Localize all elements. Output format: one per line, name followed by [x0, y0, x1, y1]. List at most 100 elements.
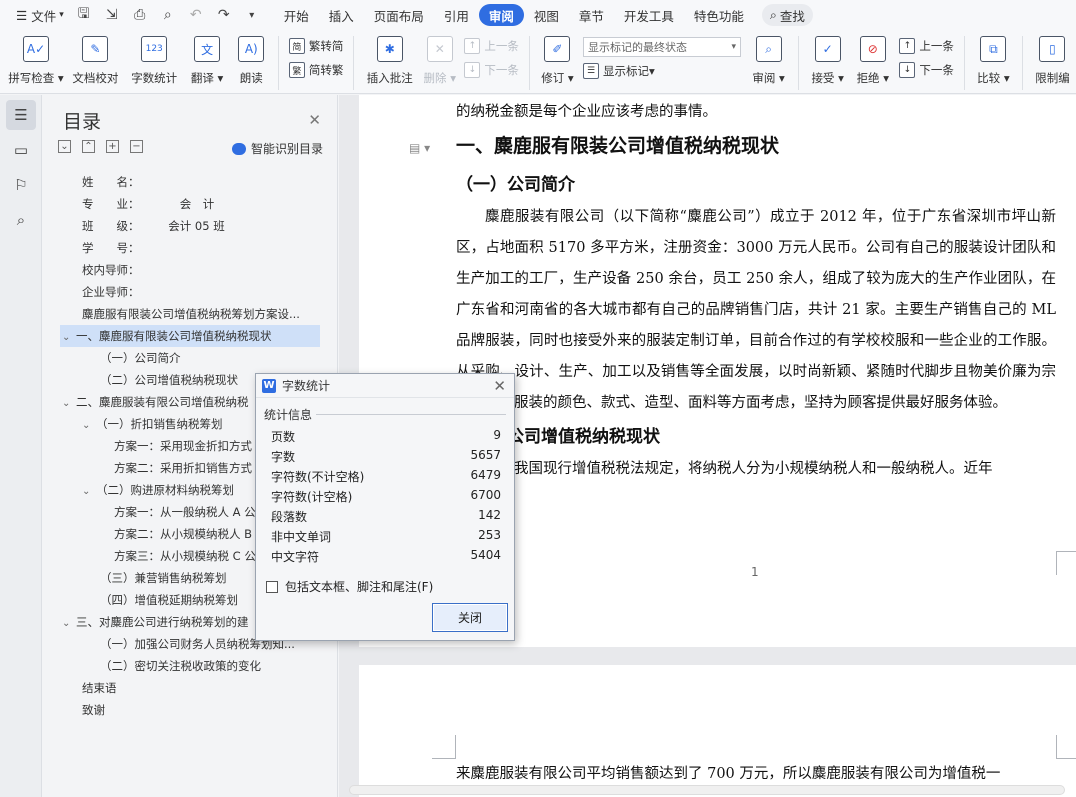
stat-row: 字符数(计空格) 6700 — [271, 488, 501, 508]
export-pdf-icon[interactable]: ⇲ — [98, 4, 126, 26]
stat-value: 9 — [493, 428, 501, 442]
horizontal-scrollbar[interactable] — [349, 785, 1065, 795]
show-markup-icon: ☰ — [583, 63, 600, 79]
toc-item[interactable]: 班 级： 会计 05 班 — [60, 215, 320, 237]
tab-page-layout[interactable]: 页面布局 — [364, 4, 434, 26]
redo-icon[interactable]: ↷ — [210, 4, 238, 26]
expand-all-icon[interactable]: ⌃ — [82, 140, 95, 153]
ribbon-divider — [528, 36, 530, 90]
restrict-edit-button[interactable]: ▯ 限制编 — [1033, 34, 1072, 86]
review-pane-button[interactable]: ⌕ 审阅 ▾ — [749, 34, 788, 86]
toc-item-label: （二）密切关注税收政策的变化 — [100, 659, 261, 673]
word-count-icon: 123 — [141, 36, 168, 62]
heading-2: （一）公司简介 — [456, 175, 575, 195]
add-heading-icon[interactable]: + — [106, 140, 119, 153]
stat-value: 6700 — [470, 488, 501, 502]
show-markup-button[interactable]: ☰ 显示标记 ▾ — [583, 59, 741, 83]
print-icon[interactable]: ⎙ — [126, 4, 154, 26]
chevron-down-icon[interactable]: ⌄ — [82, 481, 96, 501]
prev-change-icon: ↑ — [899, 38, 916, 54]
tab-view[interactable]: 视图 — [524, 4, 569, 26]
review-pane-icon: ⌕ — [755, 36, 782, 62]
stats-group-label: 统计信息 — [264, 408, 313, 422]
revise-button[interactable]: ✐ 修订 ▾ — [540, 34, 575, 86]
read-aloud-button[interactable]: A) 朗读 — [235, 34, 268, 86]
close-button[interactable]: 关闭 — [432, 603, 508, 632]
bookmark-icon[interactable]: ⚐ — [6, 170, 36, 200]
stat-label: 中文字符 — [271, 550, 320, 564]
toc-item[interactable]: 致谢 — [60, 699, 320, 721]
reject-button[interactable]: ⊘ 拒绝 ▾ — [854, 34, 891, 86]
spell-check-button[interactable]: A✓ 拼写检查 ▾ — [8, 34, 64, 86]
translate-button[interactable]: 文翻译 ▾ — [188, 34, 227, 86]
tab-features[interactable]: 特色功能 — [684, 4, 754, 26]
next-change-button[interactable]: ↓ 下一条 — [899, 58, 954, 82]
page-number: 1 — [751, 565, 759, 579]
next-comment-button[interactable]: ↓ 下一条 — [464, 58, 519, 82]
chapter-nav-icon[interactable]: ▭ — [6, 135, 36, 165]
print-preview-icon[interactable]: ⌕ — [154, 4, 182, 26]
search-icon[interactable]: ⌕ — [6, 205, 36, 235]
tab-developer[interactable]: 开发工具 — [614, 4, 684, 26]
toc-item[interactable]: 学 号： — [60, 237, 320, 259]
delete-comment-button[interactable]: ✕ 删除 ▾ — [423, 34, 456, 86]
toc-item[interactable]: 专 业： 会 计 — [60, 193, 320, 215]
doc-proof-button[interactable]: ✎ 文档校对 — [70, 34, 121, 86]
toc-item[interactable]: 姓 名： — [60, 171, 320, 193]
stat-row: 字符数(不计空格) 6479 — [271, 468, 501, 488]
tab-start[interactable]: 开始 — [274, 4, 319, 26]
toc-title: 目录 — [63, 111, 102, 133]
toc-item-label: （一）折扣销售纳税筹划 — [96, 417, 223, 431]
markup-state-select[interactable]: 显示标记的最终状态 ▾ — [583, 37, 742, 57]
toc-item[interactable]: 校内导师： — [60, 259, 320, 281]
accept-button[interactable]: ✓ 接受 ▾ — [809, 34, 846, 86]
ribbon-divider — [798, 36, 800, 90]
word-count-button[interactable]: 123 字数统计 — [129, 34, 180, 86]
toc-item[interactable]: 麋鹿服有限装公司增值税纳税筹划方案设... — [60, 303, 320, 325]
tab-insert[interactable]: 插入 — [319, 4, 364, 26]
toc-item-label: 班 级： 会计 05 班 — [82, 219, 225, 233]
stat-row: 非中文单词 253 — [271, 528, 501, 548]
prev-change-button[interactable]: ↑ 上一条 — [899, 34, 954, 58]
save-icon[interactable]: 🖫 — [70, 4, 98, 26]
close-icon[interactable]: ✕ — [308, 111, 321, 129]
chevron-down-icon[interactable]: ⌄ — [82, 415, 96, 435]
simp-to-trad-button[interactable]: 繁简转繁 — [288, 58, 343, 82]
undo-icon[interactable]: ↶ — [182, 4, 210, 26]
toc-panel-icon[interactable]: ☰ — [6, 100, 36, 130]
toc-item[interactable]: （一）公司简介 — [60, 347, 320, 369]
search-button[interactable]: ⌕ 查找 — [761, 4, 813, 26]
quick-access-dropdown-icon[interactable]: ▾ — [238, 4, 266, 26]
smart-toc-icon — [231, 142, 246, 155]
chevron-down-icon[interactable]: ⌄ — [62, 613, 76, 633]
toc-item-label: 专 业： 会 计 — [82, 197, 215, 211]
insert-comment-button[interactable]: ✱ 插入批注 — [364, 34, 415, 86]
paragraph-menu-icon[interactable]: ▤ ▾ — [409, 141, 430, 155]
toc-item[interactable]: 企业导师： — [60, 281, 320, 303]
chevron-down-icon[interactable]: ⌄ — [62, 393, 76, 413]
compare-button[interactable]: ⧉ 比较 ▾ — [975, 34, 1012, 86]
chevron-down-icon: ▾ — [59, 10, 64, 20]
tab-review[interactable]: 审阅 — [478, 4, 524, 26]
prev-comment-button[interactable]: ↑ 上一条 — [464, 34, 519, 58]
toc-item[interactable]: ⌄ 一、麋鹿服有限装公司增值税纳税现状 — [60, 325, 320, 347]
close-icon[interactable]: ✕ — [493, 377, 506, 395]
hamburger-icon: ☰ — [16, 7, 28, 23]
toc-item-label: 校内导师： — [82, 263, 140, 277]
tab-chapter[interactable]: 章节 — [569, 4, 614, 26]
wps-logo-icon: W — [262, 378, 276, 393]
toc-item-label: 方案三：从小规模纳税 C 公 — [114, 549, 256, 563]
smart-toc-button[interactable]: 智能识别目录 — [231, 140, 323, 157]
stat-label: 段落数 — [271, 510, 308, 524]
include-textbox-checkbox[interactable]: 包括文本框、脚注和尾注(F) — [266, 578, 433, 595]
accept-icon: ✓ — [814, 36, 841, 62]
tab-references[interactable]: 引用 — [434, 4, 479, 26]
trad-to-simp-button[interactable]: 简繁转简 — [288, 34, 343, 58]
file-menu[interactable]: ☰ 文件 ▾ — [10, 4, 70, 26]
toc-item[interactable]: （二）密切关注税收政策的变化 — [60, 655, 320, 677]
collapse-all-icon[interactable]: ⌄ — [58, 140, 71, 153]
toc-item[interactable]: 结束语 — [60, 677, 320, 699]
remove-heading-icon[interactable]: − — [130, 140, 143, 153]
translate-icon: 文 — [194, 36, 221, 62]
chevron-down-icon[interactable]: ⌄ — [62, 327, 76, 347]
